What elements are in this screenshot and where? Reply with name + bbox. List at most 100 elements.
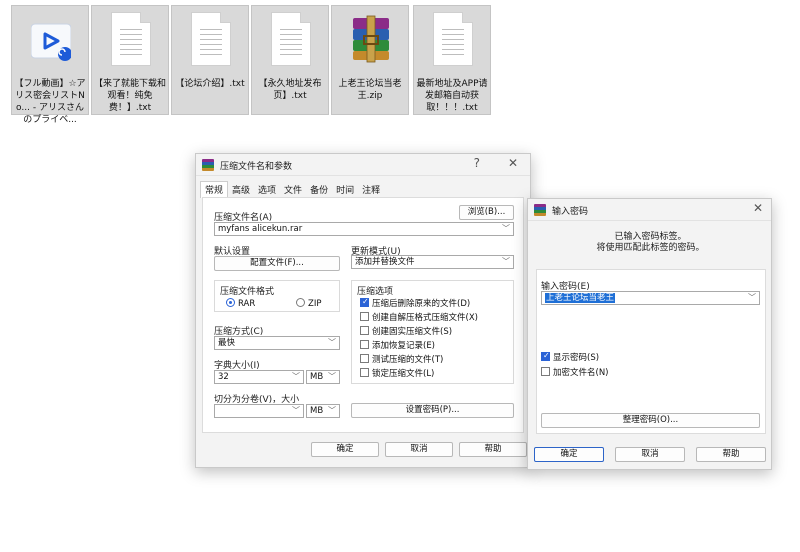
tab-options[interactable]: 选项 — [254, 182, 280, 198]
ok-button[interactable]: 确定 — [311, 442, 379, 457]
update-mode-select[interactable]: 添加并替换文件 ﹀ — [351, 255, 514, 269]
option-delete-after[interactable]: 压缩后删除原来的文件(D) — [360, 297, 471, 309]
encrypt-names-checkbox[interactable]: 加密文件名(N) — [541, 367, 609, 378]
radio-icon — [296, 298, 305, 307]
tab-files[interactable]: 文件 — [280, 182, 306, 198]
checkbox-icon — [360, 368, 369, 377]
password-input[interactable]: 上老王论坛当老王 ﹀ — [541, 291, 760, 305]
encrypt-names-label: 加密文件名(N) — [553, 368, 609, 378]
option-recovery[interactable]: 添加恢复记录(E) — [360, 340, 435, 351]
desktop-file-zip[interactable]: 上老王论坛当老王.zip — [331, 5, 409, 115]
file-name: 【论坛介绍】.txt — [175, 79, 245, 89]
format-zip-label: ZIP — [308, 299, 322, 309]
option-label: 压缩后删除原来的文件(D) — [372, 299, 471, 309]
chevron-down-icon: ﹀ — [328, 406, 336, 415]
format-label: 压缩文件格式 — [220, 287, 275, 297]
checkbox-icon — [360, 354, 369, 363]
split-unit-value: MB — [310, 406, 324, 416]
desktop-file-video[interactable]: 【フル動画】☆アリス密会リストNo... - アリスさんのプライベ... — [11, 5, 89, 125]
help-button[interactable]: 帮助 — [459, 442, 527, 457]
browse-button[interactable]: 浏览(B)... — [459, 205, 514, 220]
desktop-file-txt-1[interactable]: 【来了就能下载和观看！纯免费！】.txt — [91, 5, 169, 115]
radio-selected-icon — [226, 298, 235, 307]
dict-unit-select[interactable]: MB ﹀ — [306, 370, 340, 384]
video-shortcut-icon — [30, 12, 72, 66]
close-icon[interactable]: ✕ — [753, 201, 763, 215]
file-name: 最新地址及APP请发邮箱自动获取！！！.txt — [416, 79, 488, 113]
info-line-2: 将使用匹配此标签的密码。 — [596, 243, 705, 253]
profiles-button[interactable]: 配置文件(F)... — [214, 256, 340, 271]
checkbox-checked-icon — [360, 297, 369, 307]
password-dialog: 输入密码 ✕ 已输入密码标签。 将使用匹配此标签的密码。 输入密码(E) 上老王… — [527, 198, 772, 470]
option-label: 添加恢复记录(E) — [372, 341, 436, 351]
method-value: 最快 — [218, 338, 236, 348]
option-test[interactable]: 测试压缩的文件(T) — [360, 354, 443, 365]
option-sfx[interactable]: 创建自解压格式压缩文件(X) — [360, 312, 478, 323]
options-label: 压缩选项 — [357, 287, 394, 297]
option-label: 创建固实压缩文件(S) — [372, 327, 453, 337]
text-file-icon — [111, 12, 151, 66]
winrar-icon — [202, 159, 214, 171]
dict-value: 32 — [218, 372, 229, 382]
archive-name-input[interactable]: myfans alicekun.rar ﹀ — [214, 222, 514, 236]
help-button[interactable]: 帮助 — [696, 447, 766, 462]
method-select[interactable]: 最快 ﹀ — [214, 336, 340, 350]
checkbox-checked-icon — [541, 351, 550, 361]
file-name: 【来了就能下载和观看！纯免费！】.txt — [94, 79, 167, 113]
tab-general[interactable]: 常规 — [200, 181, 229, 198]
format-rar-radio[interactable]: RAR — [226, 298, 255, 309]
checkbox-icon — [360, 312, 369, 321]
option-solid[interactable]: 创建固实压缩文件(S) — [360, 326, 452, 337]
dialog-title: 输入密码 — [552, 207, 589, 217]
chevron-down-icon: ﹀ — [292, 406, 300, 415]
desktop-file-txt-3[interactable]: 【永久地址发布页】.txt — [251, 5, 329, 115]
general-tab-panel: 压缩文件名(A) 浏览(B)... myfans alicekun.rar ﹀ … — [202, 197, 524, 433]
cancel-button[interactable]: 取消 — [615, 447, 685, 462]
help-icon[interactable]: ? — [474, 156, 480, 170]
show-password-checkbox[interactable]: 显示密码(S) — [541, 351, 600, 363]
file-name: 【フル動画】☆アリス密会リストNo... - アリスさんのプライベ... — [14, 79, 86, 125]
file-name: 【永久地址发布页】.txt — [258, 79, 322, 101]
dialog-title: 压缩文件名和参数 — [220, 162, 293, 172]
text-file-icon — [271, 12, 311, 66]
options-group: 压缩选项 压缩后删除原来的文件(D) 创建自解压格式压缩文件(X) 创建固实压缩… — [351, 280, 514, 384]
ok-button[interactable]: 确定 — [534, 447, 604, 462]
tab-backup[interactable]: 备份 — [306, 182, 332, 198]
chevron-down-icon: ﹀ — [292, 372, 300, 381]
checkbox-icon — [360, 326, 369, 335]
organize-passwords-button[interactable]: 整理密码(O)... — [541, 413, 760, 428]
close-icon[interactable]: ✕ — [508, 156, 518, 170]
split-size-input[interactable]: ﹀ — [214, 404, 304, 418]
option-label: 创建自解压格式压缩文件(X) — [372, 313, 478, 323]
chevron-down-icon: ﹀ — [328, 338, 336, 347]
dict-unit-value: MB — [310, 372, 324, 382]
tab-comment[interactable]: 注释 — [358, 182, 384, 198]
desktop-file-txt-2[interactable]: 【论坛介绍】.txt — [171, 5, 249, 115]
chevron-down-icon[interactable]: ﹀ — [502, 223, 510, 235]
file-name: 上老王论坛当老王.zip — [338, 79, 402, 101]
tab-bar: 常规 高级 选项 文件 备份 时间 注释 — [200, 181, 384, 198]
winrar-archive-icon — [351, 12, 391, 66]
format-zip-radio[interactable]: ZIP — [296, 298, 321, 309]
split-unit-select[interactable]: MB ﹀ — [306, 404, 340, 418]
option-lock[interactable]: 锁定压缩文件(L) — [360, 368, 434, 379]
text-file-icon — [433, 12, 473, 66]
archive-dialog-titlebar[interactable]: 压缩文件名和参数 ? ✕ — [196, 154, 530, 176]
cancel-button[interactable]: 取消 — [385, 442, 453, 457]
password-panel: 输入密码(E) 上老王论坛当老王 ﹀ 显示密码(S) 加密文件名(N) 整理密码… — [536, 269, 766, 434]
tab-advanced[interactable]: 高级 — [228, 182, 254, 198]
desktop-file-txt-4[interactable]: 最新地址及APP请发邮箱自动获取！！！.txt — [413, 5, 491, 115]
dict-select[interactable]: 32 ﹀ — [214, 370, 304, 384]
checkbox-icon — [541, 367, 550, 376]
chevron-down-icon[interactable]: ﹀ — [748, 292, 756, 304]
option-label: 测试压缩的文件(T) — [372, 355, 444, 365]
tab-time[interactable]: 时间 — [332, 182, 358, 198]
format-rar-label: RAR — [238, 299, 256, 309]
set-password-button[interactable]: 设置密码(P)... — [351, 403, 514, 418]
password-dialog-titlebar[interactable]: 输入密码 ✕ — [528, 199, 771, 221]
show-password-label: 显示密码(S) — [553, 353, 600, 363]
format-group: 压缩文件格式 RAR ZIP — [214, 280, 340, 312]
chevron-down-icon: ﹀ — [502, 257, 510, 266]
checkbox-icon — [360, 340, 369, 349]
chevron-down-icon: ﹀ — [328, 372, 336, 381]
